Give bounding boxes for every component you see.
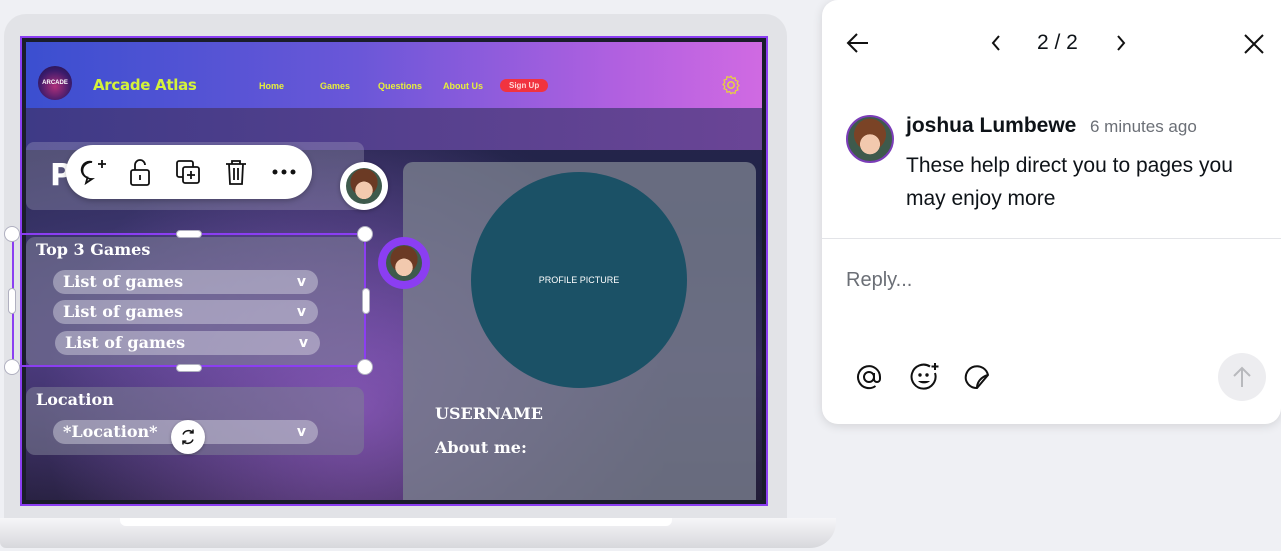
emoji-button[interactable] — [908, 361, 940, 393]
location-title: Location — [36, 390, 114, 409]
chevron-down-icon: v — [296, 424, 306, 440]
site-navbar: ARCADE Arcade Atlas Home Games Questions… — [26, 42, 762, 108]
lock-icon — [130, 159, 150, 186]
comment-avatar-bubble-1[interactable] — [340, 162, 388, 210]
reply-input[interactable] — [846, 265, 1246, 295]
profile-about: About me: — [435, 438, 527, 457]
resize-handle-top[interactable] — [176, 230, 202, 238]
profile-card: PROFILE PICTURE USERNAME About me: — [403, 162, 756, 500]
arrow-left-icon — [846, 33, 868, 53]
comment-panel: 2 / 2 joshua Lumbewe 6 minutes ago These… — [822, 0, 1281, 424]
location-value: *Location* — [63, 422, 158, 441]
resize-handle-left[interactable] — [8, 288, 16, 314]
more-icon — [272, 169, 296, 175]
comment-pager: 2 / 2 — [1037, 31, 1078, 54]
resize-handle-top-right[interactable] — [357, 226, 373, 242]
duplicate-button[interactable] — [173, 157, 203, 187]
element-toolbar — [66, 145, 312, 199]
lock-button[interactable] — [125, 157, 155, 187]
chevron-left-icon — [991, 35, 1000, 51]
close-button[interactable] — [1240, 30, 1268, 58]
resize-handle-right[interactable] — [362, 288, 370, 314]
avatar — [386, 245, 422, 281]
profile-picture[interactable]: PROFILE PICTURE — [471, 172, 687, 388]
laptop-base — [0, 518, 836, 548]
trash-icon — [226, 160, 246, 185]
resize-handle-bottom-right[interactable] — [357, 359, 373, 375]
gear-icon[interactable] — [720, 74, 742, 96]
delete-button[interactable] — [221, 157, 251, 187]
rotate-handle[interactable] — [171, 420, 205, 454]
duplicate-icon — [176, 160, 200, 184]
comment-avatar-bubble-2[interactable] — [378, 237, 430, 289]
resize-handle-top-left[interactable] — [4, 226, 20, 242]
avatar — [346, 168, 382, 204]
signup-button[interactable]: Sign Up — [500, 79, 549, 92]
comment-timestamp: 6 minutes ago — [1090, 117, 1197, 136]
nav-questions[interactable]: Questions — [378, 81, 422, 91]
profile-username: USERNAME — [435, 404, 543, 423]
comment-body: These help direct you to pages you may e… — [906, 154, 1233, 210]
chevron-right-icon — [1117, 35, 1126, 51]
arrow-up-icon — [1233, 366, 1251, 387]
laptop-notch — [120, 518, 672, 526]
resize-handle-bottom[interactable] — [176, 364, 202, 372]
next-comment-button[interactable] — [1110, 31, 1132, 55]
rotate-icon — [182, 429, 194, 445]
mention-button[interactable] — [854, 362, 884, 392]
mention-icon — [857, 365, 881, 390]
close-icon — [1244, 34, 1264, 54]
sticker-button[interactable] — [962, 362, 992, 392]
send-button[interactable] — [1218, 353, 1266, 401]
selection-box — [12, 233, 366, 367]
emoji-icon — [910, 363, 939, 390]
comment-author[interactable]: joshua Lumbewe — [906, 114, 1076, 138]
nav-home[interactable]: Home — [259, 81, 284, 91]
resize-handle-bottom-left[interactable] — [4, 359, 20, 375]
add-comment-button[interactable] — [78, 157, 108, 187]
add-comment-icon — [80, 160, 106, 186]
prev-comment-button[interactable] — [985, 31, 1007, 55]
more-button[interactable] — [269, 157, 299, 187]
site-brand: Arcade Atlas — [93, 76, 197, 94]
back-button[interactable] — [844, 29, 872, 57]
site-logo: ARCADE — [38, 66, 72, 100]
nav-games[interactable]: Games — [320, 81, 350, 91]
nav-about[interactable]: About Us — [443, 81, 483, 91]
divider — [822, 238, 1281, 239]
sticker-icon — [964, 365, 990, 389]
avatar — [846, 115, 894, 163]
